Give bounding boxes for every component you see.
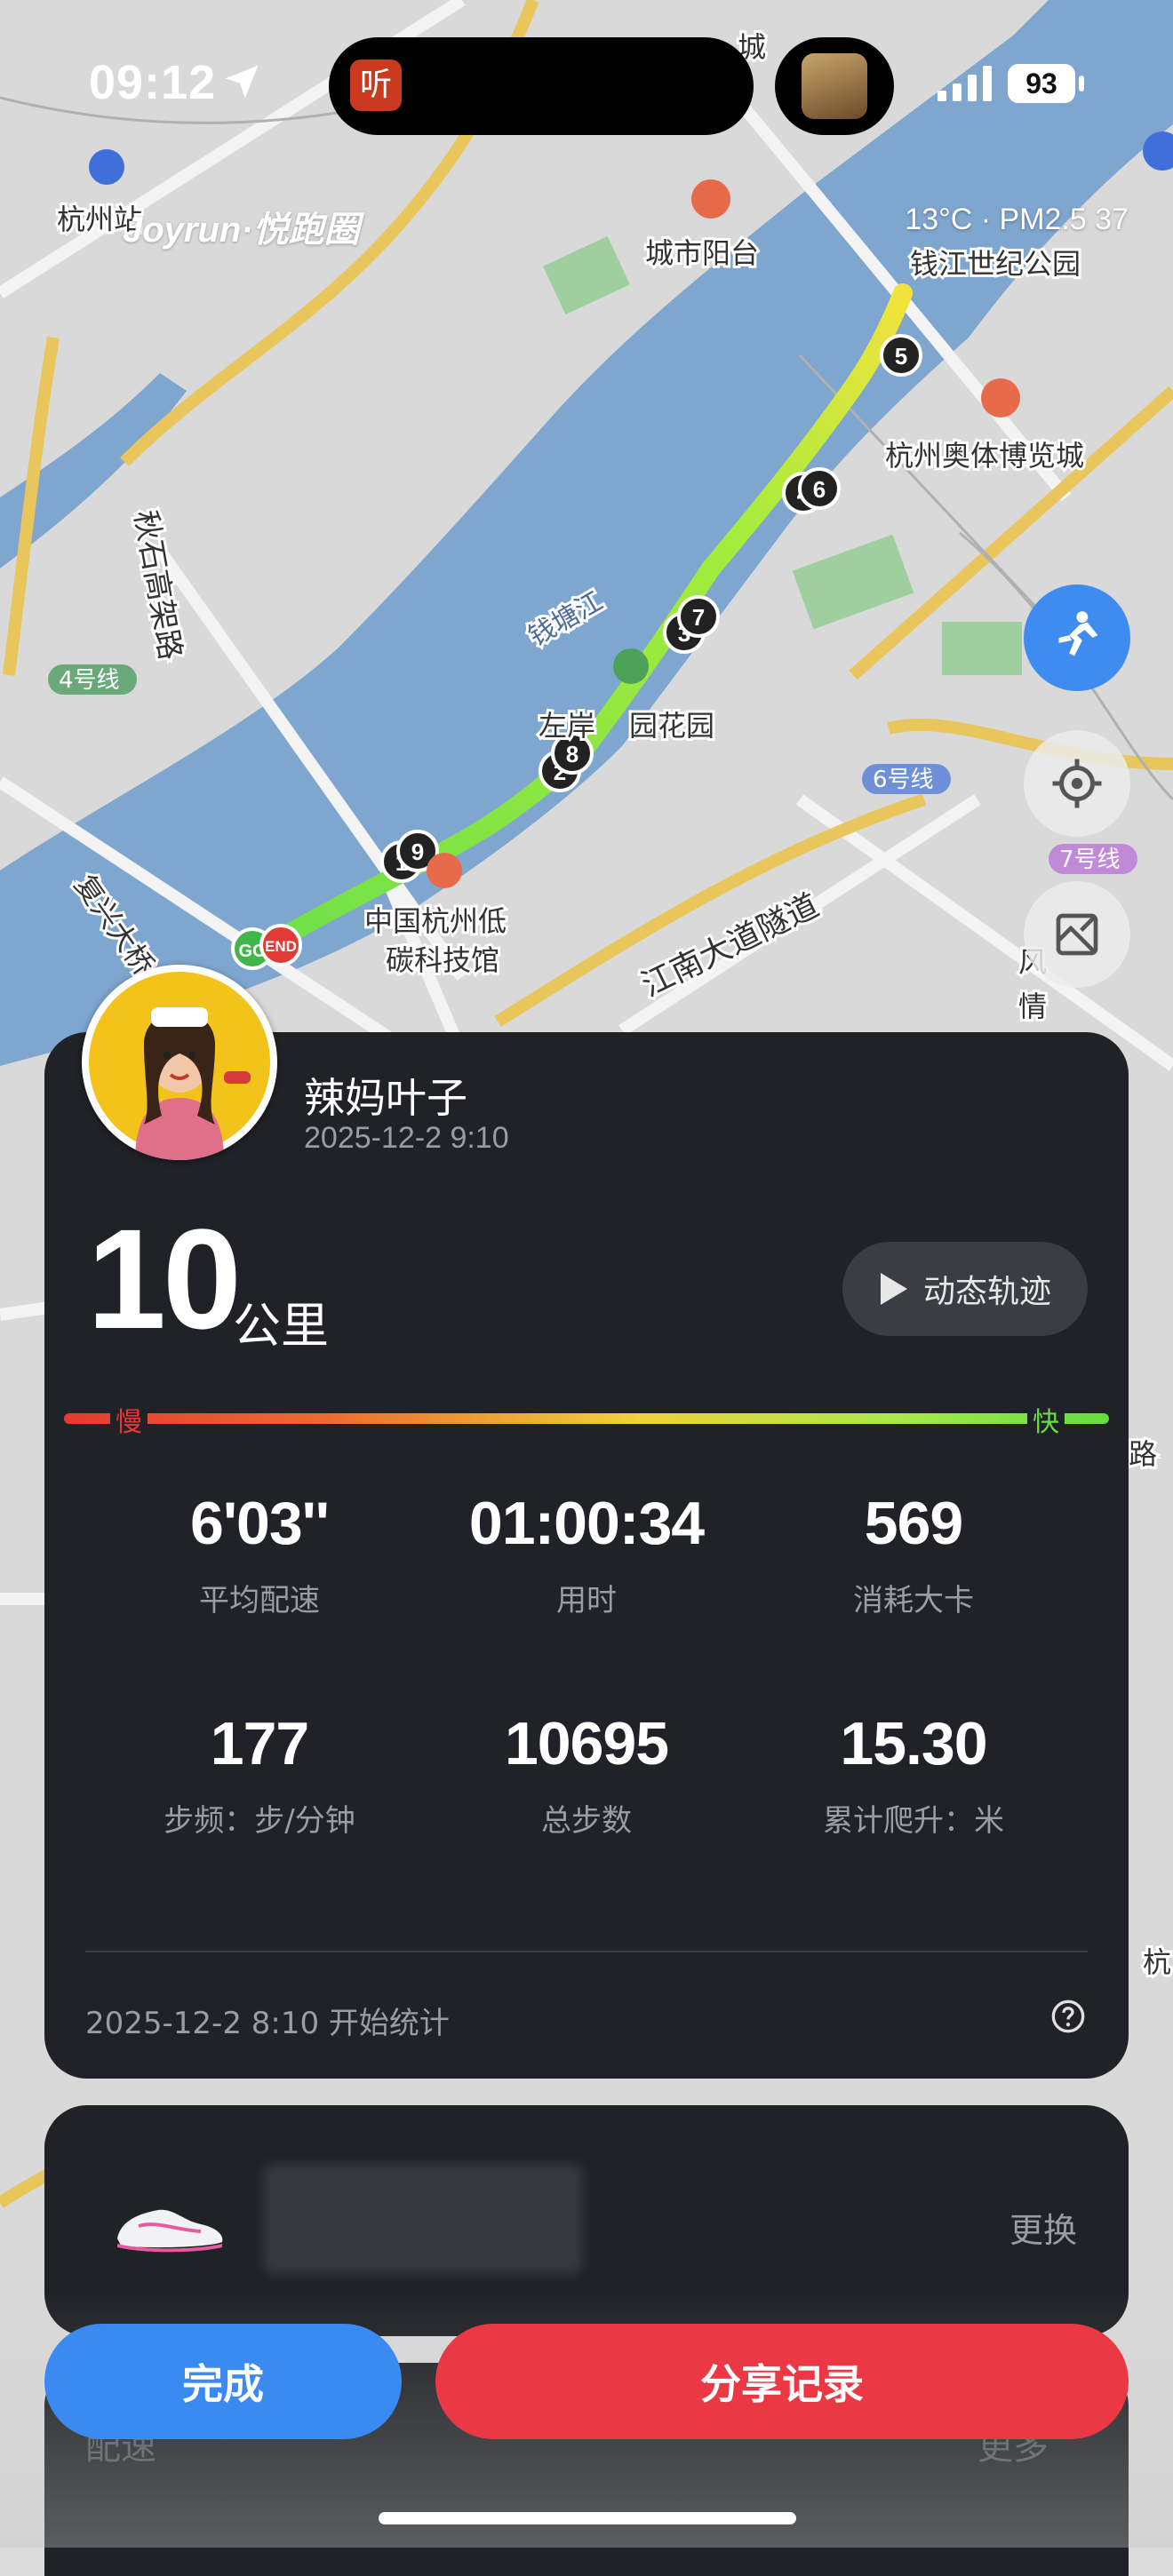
svg-text:6: 6	[813, 476, 826, 503]
distance-value: 10	[87, 1199, 242, 1358]
play-icon	[880, 1273, 907, 1305]
card-divider	[85, 1951, 1088, 1952]
stat-label: 累计爬升：米	[823, 1803, 1004, 1839]
svg-text:8: 8	[566, 741, 579, 767]
avatar-image	[89, 972, 270, 1160]
post-time: 2025-12-2 9:10	[304, 1121, 509, 1155]
stat-calories: 569 消耗大卡	[754, 1489, 1073, 1619]
map-layer-button[interactable]	[1024, 881, 1130, 988]
dynamic-track-label: 动态轨迹	[922, 1274, 1051, 1310]
stat-duration: 01:00:34 用时	[427, 1489, 746, 1619]
svg-text:园花园: 园花园	[629, 709, 714, 743]
svg-text:左岸: 左岸	[539, 709, 595, 743]
locate-icon	[1052, 759, 1102, 808]
change-shoe-button[interactable]: 更换	[1009, 2203, 1077, 2252]
pace-slow-label: 慢	[110, 1400, 148, 1439]
battery-indicator: 93	[1008, 64, 1075, 103]
route-marker-6: 6	[798, 467, 841, 510]
distance-unit: 公里	[233, 1298, 329, 1354]
signal-icon	[938, 66, 992, 101]
running-shoe-image	[117, 2209, 223, 2253]
svg-text:路: 路	[1129, 1437, 1157, 1471]
stat-label: 总步数	[541, 1803, 632, 1839]
svg-text:城市阳台: 城市阳台	[645, 236, 759, 270]
dynamic-island[interactable]: 听	[329, 37, 754, 135]
activity-thumbnail-icon	[802, 53, 867, 119]
svg-text:4号线: 4号线	[59, 667, 120, 694]
svg-text:钱江世纪公园: 钱江世纪公园	[910, 247, 1081, 281]
svg-text:7: 7	[692, 604, 705, 631]
map-layer-icon	[1056, 913, 1098, 956]
pace-fast-label: 快	[1027, 1400, 1065, 1439]
help-icon[interactable]	[1050, 1999, 1086, 2034]
svg-text:中国杭州低: 中国杭州低	[364, 904, 507, 938]
share-record-button[interactable]: 分享记录	[435, 2324, 1129, 2439]
pace-gradient-bar	[64, 1413, 1109, 1424]
stat-value: 10695	[504, 1710, 669, 1777]
brand-watermark: Joyrun·悦跑圈	[123, 211, 360, 250]
stat-label: 用时	[556, 1583, 617, 1618]
listen-app-icon[interactable]: 听	[350, 60, 402, 111]
svg-text:杭州奥体博览城: 杭州奥体博览城	[885, 439, 1084, 473]
route-marker-end: END	[259, 924, 302, 966]
status-bar: 09:12 听 93	[0, 0, 1173, 178]
stat-elevation-gain: 15.30 累计爬升：米	[754, 1709, 1073, 1840]
stat-label: 平均配速	[199, 1583, 320, 1618]
battery-tip	[1079, 76, 1084, 91]
stat-value: 01:00:34	[468, 1490, 705, 1557]
svg-text:5: 5	[895, 343, 907, 370]
status-time: 09:12	[89, 56, 217, 109]
stat-label: 步频：步/分钟	[164, 1803, 355, 1839]
svg-text:碳科技馆: 碳科技馆	[386, 943, 499, 977]
svg-text:7号线: 7号线	[1059, 847, 1121, 873]
home-indicator[interactable]	[379, 2512, 796, 2524]
stat-value: 177	[210, 1710, 309, 1777]
stat-value: 569	[864, 1490, 963, 1557]
stat-total-steps: 10695 总步数	[427, 1709, 746, 1840]
stats-start-time: 2025-12-2 8:10 开始统计	[85, 2006, 450, 2041]
shoe-name-redacted	[263, 2164, 583, 2274]
avatar[interactable]	[82, 965, 277, 1160]
svg-text:杭: 杭	[1143, 1945, 1171, 1979]
route-marker-7: 7	[677, 595, 720, 638]
stat-avg-pace: 6'03'' 平均配速	[100, 1489, 419, 1619]
stat-value: 6'03''	[190, 1490, 330, 1557]
route-marker-5: 5	[880, 334, 922, 377]
svg-text:情: 情	[1018, 990, 1047, 1023]
runner-mode-button[interactable]	[1024, 584, 1130, 691]
location-arrow-icon	[225, 65, 259, 99]
svg-text:6号线: 6号线	[873, 767, 934, 793]
stat-cadence: 177 步频：步/分钟	[100, 1709, 419, 1840]
done-button[interactable]: 完成	[44, 2324, 402, 2439]
locate-button[interactable]	[1024, 730, 1130, 837]
dynamic-track-button[interactable]: 动态轨迹	[842, 1242, 1088, 1336]
stat-label: 消耗大卡	[853, 1583, 974, 1618]
user-name: 辣妈叶子	[304, 1074, 467, 1122]
svg-text:9: 9	[411, 839, 424, 865]
dynamic-island-activity[interactable]	[775, 37, 894, 135]
runner-icon	[1058, 611, 1098, 656]
svg-text:END: END	[265, 938, 297, 955]
weather-info: 13°C · PM2.5 37	[905, 203, 1129, 236]
stat-value: 15.30	[840, 1710, 987, 1777]
